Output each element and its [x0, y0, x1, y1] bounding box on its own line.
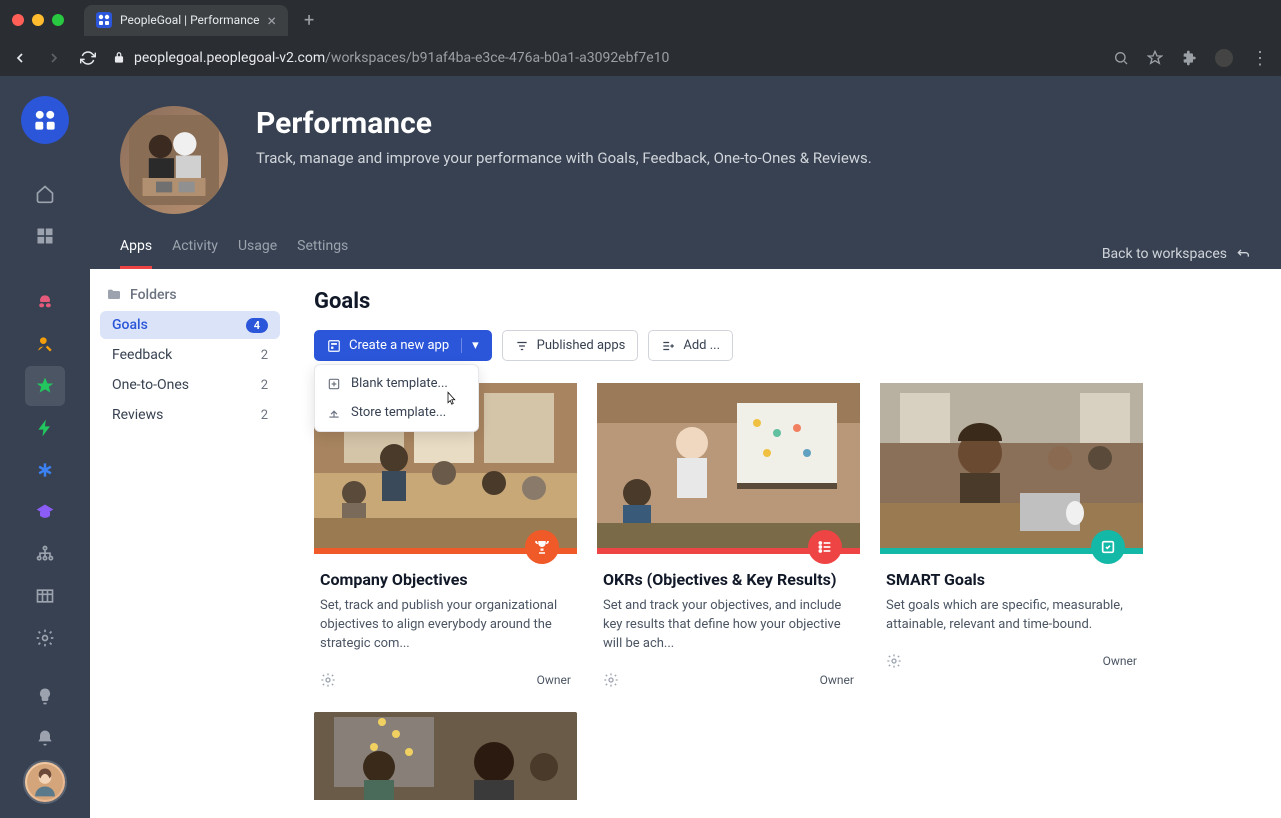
dropdown-blank-template[interactable]: Blank template...	[315, 369, 478, 398]
rail-org-icon[interactable]	[25, 534, 65, 574]
close-window-button[interactable]	[12, 14, 24, 26]
card-description: Set and track your objectives, and inclu…	[603, 597, 854, 654]
rail-bell-icon[interactable]	[25, 718, 65, 758]
address-bar[interactable]: peoplegoal.peoplegoal-v2.com/workspaces/…	[112, 50, 1097, 66]
list-icon	[808, 530, 842, 564]
chevron-down-icon: ▾	[461, 338, 479, 353]
maximize-window-button[interactable]	[52, 14, 64, 26]
tab-settings[interactable]: Settings	[297, 238, 348, 269]
rail-gear-icon[interactable]	[25, 618, 65, 658]
left-rail	[0, 76, 90, 818]
nav-tabs: Apps Activity Usage Settings	[120, 238, 348, 269]
lock-icon	[112, 51, 126, 65]
workspace-title: Performance	[256, 106, 872, 141]
card-title: SMART Goals	[886, 570, 1137, 589]
browser-chrome: PeopleGoal | Performance × + peoplegoal.…	[0, 0, 1281, 76]
window-controls	[12, 14, 64, 26]
folders-header: Folders	[100, 287, 280, 311]
card-role: Owner	[537, 673, 571, 687]
gear-icon[interactable]	[603, 672, 619, 688]
tab-usage[interactable]: Usage	[238, 238, 277, 269]
folder-goals[interactable]: Goals 4	[100, 311, 280, 339]
content-main: Goals Create a new app ▾ Blank template.…	[290, 269, 1281, 818]
folder-feedback[interactable]: Feedback 2	[100, 341, 280, 369]
star-icon[interactable]	[1147, 50, 1163, 66]
tab-title: PeopleGoal | Performance	[120, 13, 259, 27]
tab-bar: PeopleGoal | Performance × +	[0, 0, 1281, 40]
card-image	[597, 383, 860, 548]
card-image	[314, 712, 577, 800]
page-title: Goals	[314, 289, 1257, 314]
rail-star-icon[interactable]	[25, 366, 65, 406]
minimize-window-button[interactable]	[32, 14, 44, 26]
rail-graduation-icon[interactable]	[25, 492, 65, 532]
action-row: Create a new app ▾ Blank template... Sto…	[314, 330, 1257, 361]
card-role: Owner	[1103, 654, 1137, 668]
reload-icon[interactable]	[80, 50, 96, 66]
app-cards: Company Objectives Set, track and publis…	[314, 383, 1257, 800]
url-host: peoplegoal.peoplegoal-v2.com	[134, 50, 325, 66]
blank-template-icon	[327, 377, 341, 391]
close-tab-icon[interactable]: ×	[267, 11, 276, 30]
rail-asterisk-icon[interactable]	[25, 450, 65, 490]
published-apps-button[interactable]: Published apps	[502, 330, 639, 361]
add-button[interactable]: Add ...	[648, 330, 733, 361]
workspace-subtitle: Track, manage and improve your performan…	[256, 149, 872, 167]
extensions-icon[interactable]	[1181, 50, 1197, 66]
trophy-icon	[525, 530, 559, 564]
rail-bolt-icon[interactable]	[25, 408, 65, 448]
dropdown-store-template[interactable]: Store template...	[315, 398, 478, 427]
rail-apps-icon[interactable]	[25, 216, 65, 256]
gear-icon[interactable]	[320, 672, 336, 688]
rail-bulb-icon[interactable]	[25, 676, 65, 716]
browser-tab[interactable]: PeopleGoal | Performance ×	[84, 5, 288, 36]
back-icon[interactable]	[12, 50, 28, 66]
search-icon[interactable]	[1113, 50, 1129, 66]
gear-icon[interactable]	[886, 653, 902, 669]
return-icon	[1235, 246, 1251, 262]
tab-apps[interactable]: Apps	[120, 238, 152, 269]
tab-activity[interactable]: Activity	[172, 238, 218, 269]
card-description: Set, track and publish your organization…	[320, 597, 571, 654]
rail-home-icon[interactable]	[25, 174, 65, 214]
card-image	[880, 383, 1143, 548]
app-card-partial[interactable]	[314, 712, 577, 800]
app-card-smart-goals[interactable]: SMART Goals Set goals which are specific…	[880, 383, 1143, 692]
add-list-icon	[661, 339, 675, 353]
filter-icon	[515, 339, 529, 353]
card-description: Set goals which are specific, measurable…	[886, 597, 1137, 635]
folder-icon	[106, 287, 122, 303]
forward-icon[interactable]	[46, 50, 62, 66]
app-logo[interactable]	[21, 96, 69, 144]
favicon	[96, 12, 112, 28]
template-icon	[327, 339, 341, 353]
new-tab-button[interactable]: +	[296, 10, 322, 31]
card-title: OKRs (Objectives & Key Results)	[603, 570, 854, 589]
rail-incognito-icon[interactable]	[25, 282, 65, 322]
profile-avatar[interactable]	[1215, 49, 1233, 67]
store-template-icon	[327, 406, 341, 420]
create-app-dropdown: Blank template... Store template...	[314, 364, 479, 432]
rail-person-edit-icon[interactable]	[25, 324, 65, 364]
workspace-avatar	[120, 106, 228, 214]
rail-table-icon[interactable]	[25, 576, 65, 616]
check-icon	[1091, 530, 1125, 564]
workspace-header: Performance Track, manage and improve yo…	[90, 76, 1281, 214]
folders-sidebar: Folders Goals 4 Feedback 2 One-to-Ones 2…	[90, 269, 290, 818]
back-to-workspaces[interactable]: Back to workspaces	[1102, 246, 1251, 262]
folder-one-to-ones[interactable]: One-to-Ones 2	[100, 371, 280, 399]
card-role: Owner	[820, 673, 854, 687]
url-path: /workspaces/b91af4ba-e3ce-476a-b0a1-a309…	[325, 50, 669, 66]
more-menu-icon[interactable]: ⋮	[1251, 48, 1269, 69]
user-avatar[interactable]	[23, 760, 67, 804]
app-card-okrs[interactable]: OKRs (Objectives & Key Results) Set and …	[597, 383, 860, 692]
folder-reviews[interactable]: Reviews 2	[100, 401, 280, 429]
card-title: Company Objectives	[320, 570, 571, 589]
create-app-button[interactable]: Create a new app ▾	[314, 330, 492, 361]
url-bar: peoplegoal.peoplegoal-v2.com/workspaces/…	[0, 40, 1281, 76]
